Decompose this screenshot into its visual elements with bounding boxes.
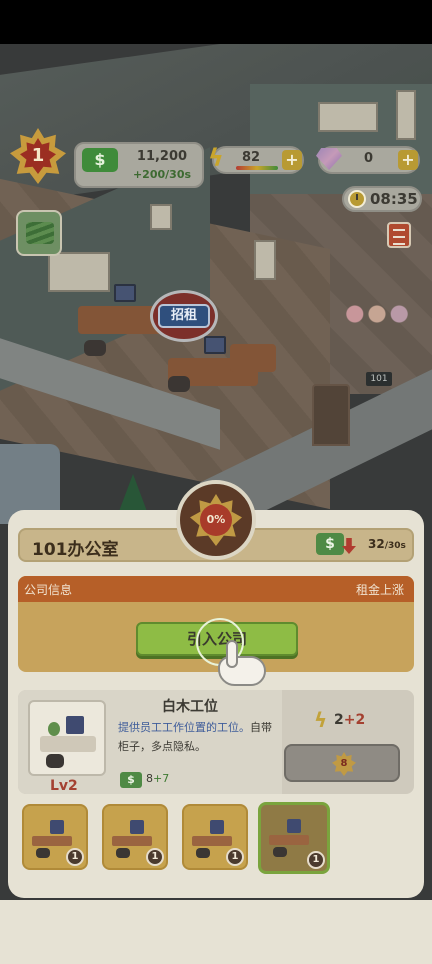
energy-base: 2 [334,712,344,728]
room-title: 101办公室 [32,540,119,560]
item-name: 白木工位 [162,699,218,715]
chair-shape [116,848,130,858]
slot-count: 1 [226,848,244,866]
money-amount: 11,200 [136,149,188,164]
monitor-shape [50,820,64,834]
dollar-icon: $ [120,772,142,788]
money-rate: +200/30s [132,168,192,181]
occupancy-emblem: 0% [176,480,256,560]
for-rent-sign[interactable]: 招租 [150,290,218,342]
chair-shape [196,848,210,858]
upgrade-cost: 8 [332,752,356,776]
arrow-down-icon [342,538,356,554]
occupancy-percent: 0% [200,504,232,536]
add-energy-button[interactable]: + [282,150,302,170]
rent-rate-value: 32 [368,537,385,551]
menu-line [393,243,405,245]
chair-shape [273,847,287,857]
workstation-list: 1 1 1 1 [22,802,332,876]
hand-finger [226,640,238,668]
income-base: 8 [146,772,153,785]
workstation-slot[interactable]: 1 [182,804,248,870]
slot-count: 1 [307,851,325,869]
rent-rate-unit: /30s [384,541,406,551]
money-counter[interactable]: $ 11,200 +200/30s [74,142,204,188]
chair-shape [36,848,50,858]
item-desc-highlight: 提供员工工作位置的工位。 [118,721,250,734]
item-details: Lv2 白木工位 提供员工工作位置的工位。自带柜子，多点隐私。 $ 8+7 [18,690,282,794]
timer: 08:35 [342,186,422,212]
menu-line [393,229,405,231]
add-gems-button[interactable]: + [398,150,418,170]
desk-shape [112,836,152,846]
workstation-image [28,700,106,776]
energy-counter[interactable]: ϟ 82 + [208,144,304,174]
lightning-icon: ϟ [314,708,328,732]
monitor-shape [66,716,84,734]
cash-stack-button[interactable] [16,210,62,256]
desk-shape [32,836,72,846]
energy-value: 82 [242,150,261,165]
timer-value: 08:35 [370,190,418,208]
gem-value: 0 [364,151,374,166]
for-rent-label: 招租 [158,304,210,328]
diamond-icon [316,148,342,170]
upgrade-button[interactable]: 8 [284,744,400,782]
monitor-shape [130,820,144,834]
plant-icon [48,722,60,736]
dollar-icon: $ [316,533,344,555]
gem-counter[interactable]: 0 + [316,146,420,174]
workstation-slot[interactable]: 1 [22,804,88,870]
rent-rate: 32/30s [368,537,406,551]
task-list-button[interactable] [387,222,411,248]
pointer-hand-icon [212,640,268,688]
desk-shape [192,836,232,846]
slot-count: 1 [66,848,84,866]
lightning-icon: ϟ [208,144,224,172]
chair-shape [46,754,64,768]
panel-bottom [0,900,432,964]
workstation-slot-selected[interactable]: 1 [258,802,330,874]
monitor-shape [287,819,301,833]
item-energy: 2+2 [334,712,365,728]
clock-icon [348,190,366,208]
slot-count: 1 [146,848,164,866]
energy-bar [236,166,278,170]
furniture-item-card: Lv2 白木工位 提供员工工作位置的工位。自带柜子，多点隐私。 $ 8+7 ϟ … [18,690,414,794]
energy-bonus: +2 [343,712,366,728]
dollar-icon: $ [82,148,118,172]
item-level: Lv2 [50,778,78,794]
level-badge[interactable]: 1 [10,128,66,184]
desk-shape [40,736,96,752]
workstation-slot[interactable]: 1 [102,804,168,870]
company-info-header: 公司信息 租金上涨 [18,576,414,602]
item-description: 提供员工工作位置的工位。自带柜子，多点隐私。 [118,718,278,756]
rent-increase-label: 租金上涨 [355,583,404,597]
company-info-label: 公司信息 [24,583,73,597]
item-income: 8+7 [146,772,169,785]
income-bonus: +7 [153,772,170,785]
menu-line [393,236,405,238]
monitor-shape [210,820,224,834]
desk-shape [269,835,309,845]
